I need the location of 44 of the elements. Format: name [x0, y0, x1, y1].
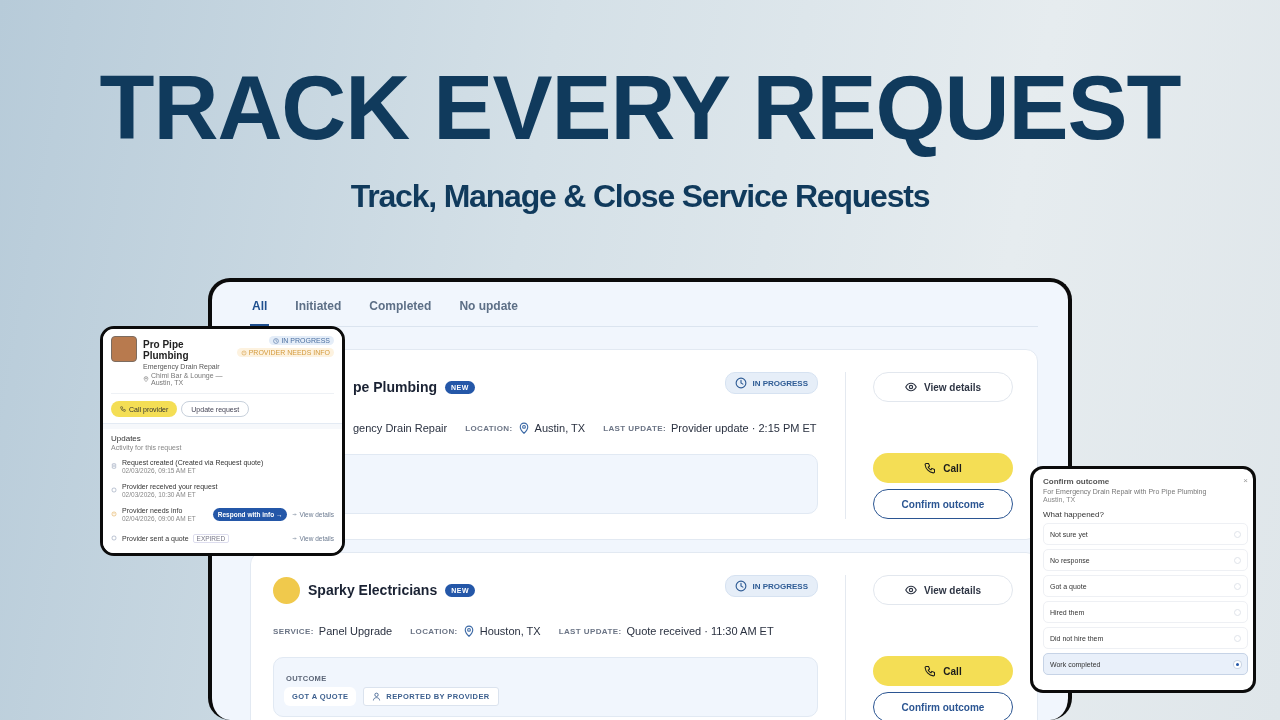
dialog-title: Confirm outcome [1043, 477, 1110, 486]
provider-name: Pro Pipe Plumbing [143, 339, 190, 361]
phone-icon [120, 406, 126, 412]
radio-button[interactable] [1234, 582, 1241, 590]
status-badge: IN PROGRESS [725, 575, 818, 597]
meta-value: Quote received · 11:30 AM ET [626, 625, 774, 637]
provider-name: Sparky Electricians [308, 582, 438, 598]
radio-button[interactable] [1234, 634, 1241, 642]
call-button[interactable]: Call [873, 453, 1013, 483]
person-icon [372, 692, 382, 701]
meta-label: LAST UPDATE: [603, 423, 667, 433]
confirm-outcome-button[interactable]: Confirm outcome [873, 489, 1013, 519]
provider-logo [111, 336, 137, 362]
meta-value: Provider update · 2:15 PM ET [671, 422, 817, 434]
view-details-button[interactable]: View details [873, 575, 1013, 605]
provider-name: pe Plumbing [353, 379, 437, 395]
view-details-button[interactable]: View details [873, 372, 1013, 402]
tab[interactable]: Completed [367, 297, 434, 326]
meta-label: LAST UPDATE: [558, 626, 622, 636]
question-label: What happened? [1043, 510, 1105, 519]
eye-icon [904, 381, 917, 393]
call-button[interactable]: Call [873, 656, 1013, 686]
meta-label: SERVICE: [273, 626, 314, 636]
radio-button[interactable] [1234, 530, 1241, 538]
confirm-outcome-button[interactable]: Confirm outcome [873, 692, 1013, 720]
phone-icon [924, 462, 937, 474]
meta-value: gency Drain Repair [353, 422, 448, 434]
headline: TRACK EVERY REQUEST [99, 60, 1181, 156]
tab[interactable]: No update [457, 297, 521, 326]
meta-value: Panel Upgrade [318, 625, 393, 637]
circle-icon [111, 535, 117, 541]
status-badge: IN PROGRESS [725, 372, 818, 394]
circle-icon [111, 487, 117, 493]
meta-label: LOCATION: [465, 423, 513, 433]
section-title: Updates [111, 434, 142, 443]
tab[interactable]: Initiated [293, 297, 344, 326]
meta-value: Houston, TX [479, 625, 541, 637]
radio-button[interactable] [1234, 556, 1241, 564]
meta-value: Austin, TX [534, 422, 586, 434]
meta-label: LOCATION: [410, 626, 458, 636]
phone-icon [924, 665, 937, 677]
subheadline: Track, Manage & Close Service Requests [350, 178, 930, 215]
eye-icon [904, 584, 917, 596]
radio-button[interactable] [1234, 608, 1241, 616]
